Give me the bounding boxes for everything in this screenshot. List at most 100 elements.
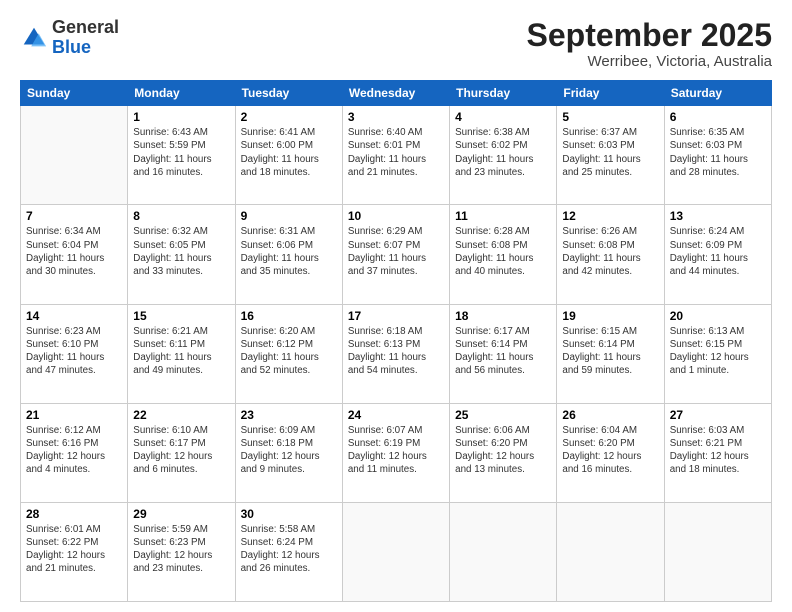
- day-info: Sunrise: 6:38 AMSunset: 6:02 PMDaylight:…: [455, 126, 551, 179]
- day-info: Sunrise: 6:20 AMSunset: 6:12 PMDaylight:…: [241, 325, 337, 378]
- table-row: 1Sunrise: 6:43 AMSunset: 5:59 PMDaylight…: [128, 106, 235, 205]
- day-number: 21: [26, 408, 122, 422]
- table-row: 8Sunrise: 6:32 AMSunset: 6:05 PMDaylight…: [128, 205, 235, 304]
- day-info: Sunrise: 6:24 AMSunset: 6:09 PMDaylight:…: [670, 225, 766, 278]
- day-info: Sunrise: 6:13 AMSunset: 6:15 PMDaylight:…: [670, 325, 766, 378]
- day-info: Sunrise: 6:09 AMSunset: 6:18 PMDaylight:…: [241, 424, 337, 477]
- day-number: 12: [562, 209, 658, 223]
- table-row: 17 Sunrise: 6:18 AMSunset: 6:13 PMDayligh…: [342, 304, 449, 403]
- day-info: Sunrise: 6:40 AMSunset: 6:01 PMDaylight:…: [348, 126, 444, 179]
- table-row: [21, 106, 128, 205]
- day-info: Sunrise: 6:37 AMSunset: 6:03 PMDaylight:…: [562, 126, 658, 179]
- day-number: 27: [670, 408, 766, 422]
- day-info: Sunrise: 6:35 AMSunset: 6:03 PMDaylight:…: [670, 126, 766, 179]
- table-row: 18Sunrise: 6:17 AMSunset: 6:14 PMDayligh…: [450, 304, 557, 403]
- table-row: 27 Sunrise: 6:03 AMSunset: 6:21 PMDayligh…: [664, 403, 771, 502]
- day-info: Sunrise: 6:29 AMSunset: 6:07 PMDaylight:…: [348, 225, 444, 278]
- table-row: 22 Sunrise: 6:10 AMSunset: 6:17 PMDayligh…: [128, 403, 235, 502]
- day-number: 4: [455, 110, 551, 124]
- table-row: 30Sunrise: 5:58 AMSunset: 6:24 PMDayligh…: [235, 502, 342, 601]
- table-row: 11 Sunrise: 6:28 AMSunset: 6:08 PMDayligh…: [450, 205, 557, 304]
- table-row: 3 Sunrise: 6:40 AMSunset: 6:01 PMDaylight…: [342, 106, 449, 205]
- day-number: 16: [241, 309, 337, 323]
- calendar-body: 1Sunrise: 6:43 AMSunset: 5:59 PMDaylight…: [21, 106, 772, 602]
- table-row: [342, 502, 449, 601]
- day-info: Sunrise: 6:32 AMSunset: 6:05 PMDaylight:…: [133, 225, 229, 278]
- table-row: 20 Sunrise: 6:13 AMSunset: 6:15 PMDayligh…: [664, 304, 771, 403]
- header-tuesday: Tuesday: [235, 81, 342, 106]
- day-number: 29: [133, 507, 229, 521]
- day-number: 7: [26, 209, 122, 223]
- day-info: Sunrise: 6:23 AMSunset: 6:10 PMDaylight:…: [26, 325, 122, 378]
- header-saturday: Saturday: [664, 81, 771, 106]
- table-row: 5 Sunrise: 6:37 AMSunset: 6:03 PMDaylight…: [557, 106, 664, 205]
- day-info: Sunrise: 6:03 AMSunset: 6:21 PMDaylight:…: [670, 424, 766, 477]
- header-monday: Monday: [128, 81, 235, 106]
- table-row: 6 Sunrise: 6:35 AMSunset: 6:03 PMDaylight…: [664, 106, 771, 205]
- calendar-week-row: 21 Sunrise: 6:12 AMSunset: 6:16 PMDayligh…: [21, 403, 772, 502]
- logo: General Blue: [20, 18, 119, 58]
- logo-general-text: General: [52, 17, 119, 37]
- table-row: 12 Sunrise: 6:26 AMSunset: 6:08 PMDayligh…: [557, 205, 664, 304]
- table-row: 26 Sunrise: 6:04 AMSunset: 6:20 PMDayligh…: [557, 403, 664, 502]
- table-row: [450, 502, 557, 601]
- table-row: 4 Sunrise: 6:38 AMSunset: 6:02 PMDaylight…: [450, 106, 557, 205]
- day-info: Sunrise: 6:28 AMSunset: 6:08 PMDaylight:…: [455, 225, 551, 278]
- month-title: September 2025: [527, 18, 772, 53]
- day-number: 24: [348, 408, 444, 422]
- table-row: 2 Sunrise: 6:41 AMSunset: 6:00 PMDaylight…: [235, 106, 342, 205]
- day-number: 13: [670, 209, 766, 223]
- day-number: 6: [670, 110, 766, 124]
- calendar-table: Sunday Monday Tuesday Wednesday Thursday…: [20, 80, 772, 602]
- day-info: Sunrise: 6:10 AMSunset: 6:17 PMDaylight:…: [133, 424, 229, 477]
- table-row: 24 Sunrise: 6:07 AMSunset: 6:19 PMDayligh…: [342, 403, 449, 502]
- table-row: [664, 502, 771, 601]
- day-number: 28: [26, 507, 122, 521]
- day-number: 26: [562, 408, 658, 422]
- day-info: Sunrise: 6:26 AMSunset: 6:08 PMDaylight:…: [562, 225, 658, 278]
- day-number: 11: [455, 209, 551, 223]
- logo-icon: [20, 24, 48, 52]
- table-row: [557, 502, 664, 601]
- day-info: Sunrise: 6:01 AMSunset: 6:22 PMDaylight:…: [26, 523, 122, 576]
- table-row: 28 Sunrise: 6:01 AMSunset: 6:22 PMDayligh…: [21, 502, 128, 601]
- day-number: 20: [670, 309, 766, 323]
- day-number: 19: [562, 309, 658, 323]
- day-info: Sunrise: 6:17 AMSunset: 6:14 PMDaylight:…: [455, 325, 551, 378]
- day-number: 5: [562, 110, 658, 124]
- table-row: 29 Sunrise: 5:59 AMSunset: 6:23 PMDayligh…: [128, 502, 235, 601]
- day-info: Sunrise: 6:12 AMSunset: 6:16 PMDaylight:…: [26, 424, 122, 477]
- day-number: 22: [133, 408, 229, 422]
- day-number: 23: [241, 408, 337, 422]
- day-info: Sunrise: 6:31 AMSunset: 6:06 PMDaylight:…: [241, 225, 337, 278]
- day-number: 25: [455, 408, 551, 422]
- day-info: Sunrise: 6:41 AMSunset: 6:00 PMDaylight:…: [241, 126, 337, 179]
- header: General Blue September 2025 Werribee, Vi…: [20, 18, 772, 70]
- day-number: 30: [241, 507, 337, 521]
- day-info: Sunrise: 6:34 AMSunset: 6:04 PMDaylight:…: [26, 225, 122, 278]
- table-row: 21 Sunrise: 6:12 AMSunset: 6:16 PMDayligh…: [21, 403, 128, 502]
- day-info: Sunrise: 6:18 AMSunset: 6:13 PMDaylight:…: [348, 325, 444, 378]
- day-number: 2: [241, 110, 337, 124]
- day-number: 10: [348, 209, 444, 223]
- calendar-week-row: 7 Sunrise: 6:34 AMSunset: 6:04 PMDaylight…: [21, 205, 772, 304]
- day-info: Sunrise: 6:07 AMSunset: 6:19 PMDaylight:…: [348, 424, 444, 477]
- header-wednesday: Wednesday: [342, 81, 449, 106]
- day-info: Sunrise: 6:04 AMSunset: 6:20 PMDaylight:…: [562, 424, 658, 477]
- day-number: 17: [348, 309, 444, 323]
- table-row: 9Sunrise: 6:31 AMSunset: 6:06 PMDaylight…: [235, 205, 342, 304]
- day-number: 3: [348, 110, 444, 124]
- day-info: Sunrise: 6:43 AMSunset: 5:59 PMDaylight:…: [133, 126, 229, 179]
- day-number: 14: [26, 309, 122, 323]
- location-title: Werribee, Victoria, Australia: [527, 53, 772, 70]
- page: General Blue September 2025 Werribee, Vi…: [0, 0, 792, 612]
- calendar-week-row: 28 Sunrise: 6:01 AMSunset: 6:22 PMDayligh…: [21, 502, 772, 601]
- header-thursday: Thursday: [450, 81, 557, 106]
- table-row: 10 Sunrise: 6:29 AMSunset: 6:07 PMDayligh…: [342, 205, 449, 304]
- day-info: Sunrise: 6:15 AMSunset: 6:14 PMDaylight:…: [562, 325, 658, 378]
- day-info: Sunrise: 5:59 AMSunset: 6:23 PMDaylight:…: [133, 523, 229, 576]
- table-row: 19 Sunrise: 6:15 AMSunset: 6:14 PMDayligh…: [557, 304, 664, 403]
- weekday-header-row: Sunday Monday Tuesday Wednesday Thursday…: [21, 81, 772, 106]
- table-row: 25 Sunrise: 6:06 AMSunset: 6:20 PMDayligh…: [450, 403, 557, 502]
- day-info: Sunrise: 6:06 AMSunset: 6:20 PMDaylight:…: [455, 424, 551, 477]
